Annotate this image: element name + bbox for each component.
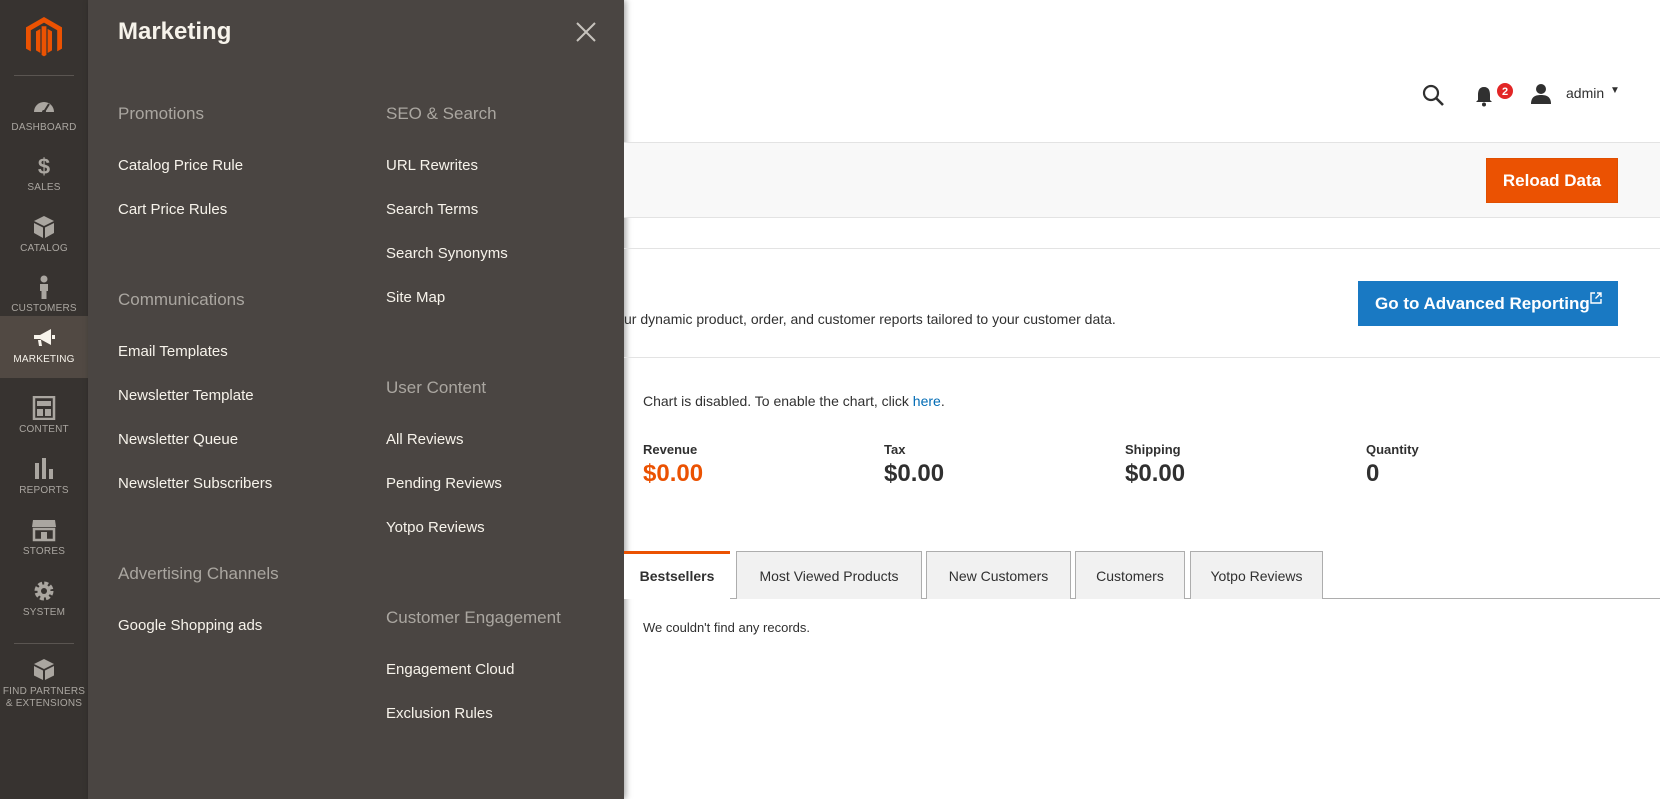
rail-item-label: DASHBOARD (11, 122, 77, 133)
section-title-communications: Communications (118, 290, 245, 309)
tab-bestsellers[interactable]: Bestsellers (624, 551, 730, 599)
totals-tax-label: Tax (884, 442, 906, 457)
menu-link-newsletter-subscribers[interactable]: Newsletter Subscribers (118, 475, 272, 492)
menu-link-url-rewrites[interactable]: URL Rewrites (386, 157, 478, 174)
rail-item-label: STORES (22, 546, 66, 557)
storefront-icon (32, 520, 56, 542)
menu-link-search-synonyms[interactable]: Search Synonyms (386, 245, 508, 262)
rail-item-dashboard[interactable]: DASHBOARD (0, 84, 88, 146)
totals-shipping-label: Shipping (1125, 442, 1181, 457)
svg-text:$: $ (38, 154, 50, 178)
enable-chart-link[interactable]: here (913, 393, 941, 409)
section-title-advertising-channels: Advertising Channels (118, 564, 279, 583)
rail-item-label: CUSTOMERS (11, 303, 77, 314)
menu-link-newsletter-template[interactable]: Newsletter Template (118, 387, 254, 404)
menu-link-cart-price-rules[interactable]: Cart Price Rules (118, 201, 227, 218)
rail-item-stores[interactable]: STORES (0, 508, 88, 570)
section-title-customer-engagement: Customer Engagement (386, 608, 561, 627)
menu-link-pending-reviews[interactable]: Pending Reviews (386, 475, 502, 492)
rail-item-label: CATALOG (20, 243, 68, 254)
rail-divider (14, 75, 74, 76)
chart-note-text: Chart is disabled. To enable the chart, … (643, 393, 913, 409)
admin-nav-rail: DASHBOARD $ SALES CATALOG CUSTOMERS MARK… (0, 0, 88, 799)
rail-divider (14, 643, 74, 644)
tab-yotpo-reviews[interactable]: Yotpo Reviews (1190, 551, 1323, 599)
dashboard-icon (34, 102, 54, 114)
marketing-menu-panel: Marketing Promotions Catalog Price Rule … (88, 0, 624, 799)
rail-item-label: FIND PARTNERS (2, 686, 86, 697)
search-icon[interactable] (1421, 83, 1445, 107)
rail-item-content[interactable]: CONTENT (0, 386, 88, 448)
layout-icon (32, 396, 56, 420)
rail-item-reports[interactable]: REPORTS (0, 447, 88, 509)
section-title-promotions: Promotions (118, 104, 204, 123)
menu-link-site-map[interactable]: Site Map (386, 289, 445, 306)
advanced-reporting-label: Go to Advanced Reporting (1375, 294, 1590, 313)
rail-item-system[interactable]: SYSTEM (0, 569, 88, 631)
megaphone-icon (34, 329, 55, 346)
bell-icon[interactable] (1474, 85, 1494, 107)
chart-disabled-note: Chart is disabled. To enable the chart, … (643, 393, 945, 409)
totals-quantity-label: Quantity (1366, 442, 1419, 457)
rail-item-label: SYSTEM (22, 607, 66, 618)
section-title-seo-search: SEO & Search (386, 104, 497, 123)
chevron-down-icon[interactable]: ▼ (1610, 85, 1620, 96)
go-to-advanced-reporting-button[interactable]: Go to Advanced Reporting (1358, 281, 1618, 326)
menu-link-engagement-cloud[interactable]: Engagement Cloud (386, 661, 514, 678)
bar-chart-icon (35, 458, 53, 479)
divider (624, 357, 1660, 358)
menu-link-exclusion-rules[interactable]: Exclusion Rules (386, 705, 493, 722)
notification-count-badge[interactable]: 2 (1496, 82, 1514, 100)
box-icon (34, 216, 54, 238)
rail-item-label: MARKETING (13, 354, 75, 365)
rail-item-sales[interactable]: $ SALES (0, 144, 88, 206)
reload-data-button[interactable]: Reload Data (1486, 158, 1618, 203)
menu-link-email-templates[interactable]: Email Templates (118, 343, 228, 360)
menu-link-google-shopping-ads[interactable]: Google Shopping ads (118, 617, 262, 634)
panel-title: Marketing (118, 18, 232, 45)
totals-revenue-value: $0.00 (643, 460, 704, 487)
menu-link-catalog-price-rule[interactable]: Catalog Price Rule (118, 157, 243, 174)
totals-tax-value: $0.00 (884, 460, 945, 487)
dollar-icon: $ (38, 154, 50, 178)
rail-item-label: CONTENT (19, 424, 69, 435)
person-icon (40, 275, 48, 299)
rail-item-label: SALES (27, 182, 61, 193)
menu-link-search-terms[interactable]: Search Terms (386, 201, 478, 218)
totals-shipping-value: $0.00 (1125, 460, 1186, 487)
totals-quantity-value: 0 (1366, 460, 1380, 487)
divider (624, 248, 1660, 249)
user-icon[interactable] (1530, 83, 1552, 105)
rail-item-find-partners[interactable]: FIND PARTNERS & EXTENSIONS (0, 648, 88, 718)
totals-revenue-label: Revenue (643, 442, 698, 457)
tab-new-customers[interactable]: New Customers (926, 551, 1071, 599)
box-stack-icon (34, 659, 54, 680)
rail-item-catalog[interactable]: CATALOG (0, 205, 88, 267)
menu-link-all-reviews[interactable]: All Reviews (386, 431, 464, 448)
tab-customers[interactable]: Customers (1075, 551, 1185, 599)
admin-user-menu[interactable]: admin (1566, 85, 1604, 101)
rail-item-label: & EXTENSIONS (5, 698, 83, 709)
close-icon[interactable] (574, 20, 598, 44)
menu-link-newsletter-queue[interactable]: Newsletter Queue (118, 431, 238, 448)
magento-logo-icon[interactable] (26, 17, 62, 59)
advanced-reporting-description: ur dynamic product, order, and customer … (624, 311, 1116, 327)
external-link-icon (1590, 292, 1602, 304)
gear-icon (34, 581, 54, 601)
empty-records-message: We couldn't find any records. (643, 620, 810, 635)
menu-link-yotpo-reviews[interactable]: Yotpo Reviews (386, 519, 485, 536)
rail-item-marketing[interactable]: MARKETING (0, 316, 88, 378)
section-title-user-content: User Content (386, 378, 487, 397)
rail-item-label: REPORTS (19, 485, 69, 496)
tab-most-viewed-products[interactable]: Most Viewed Products (736, 551, 922, 599)
chart-note-tail: . (940, 393, 945, 409)
